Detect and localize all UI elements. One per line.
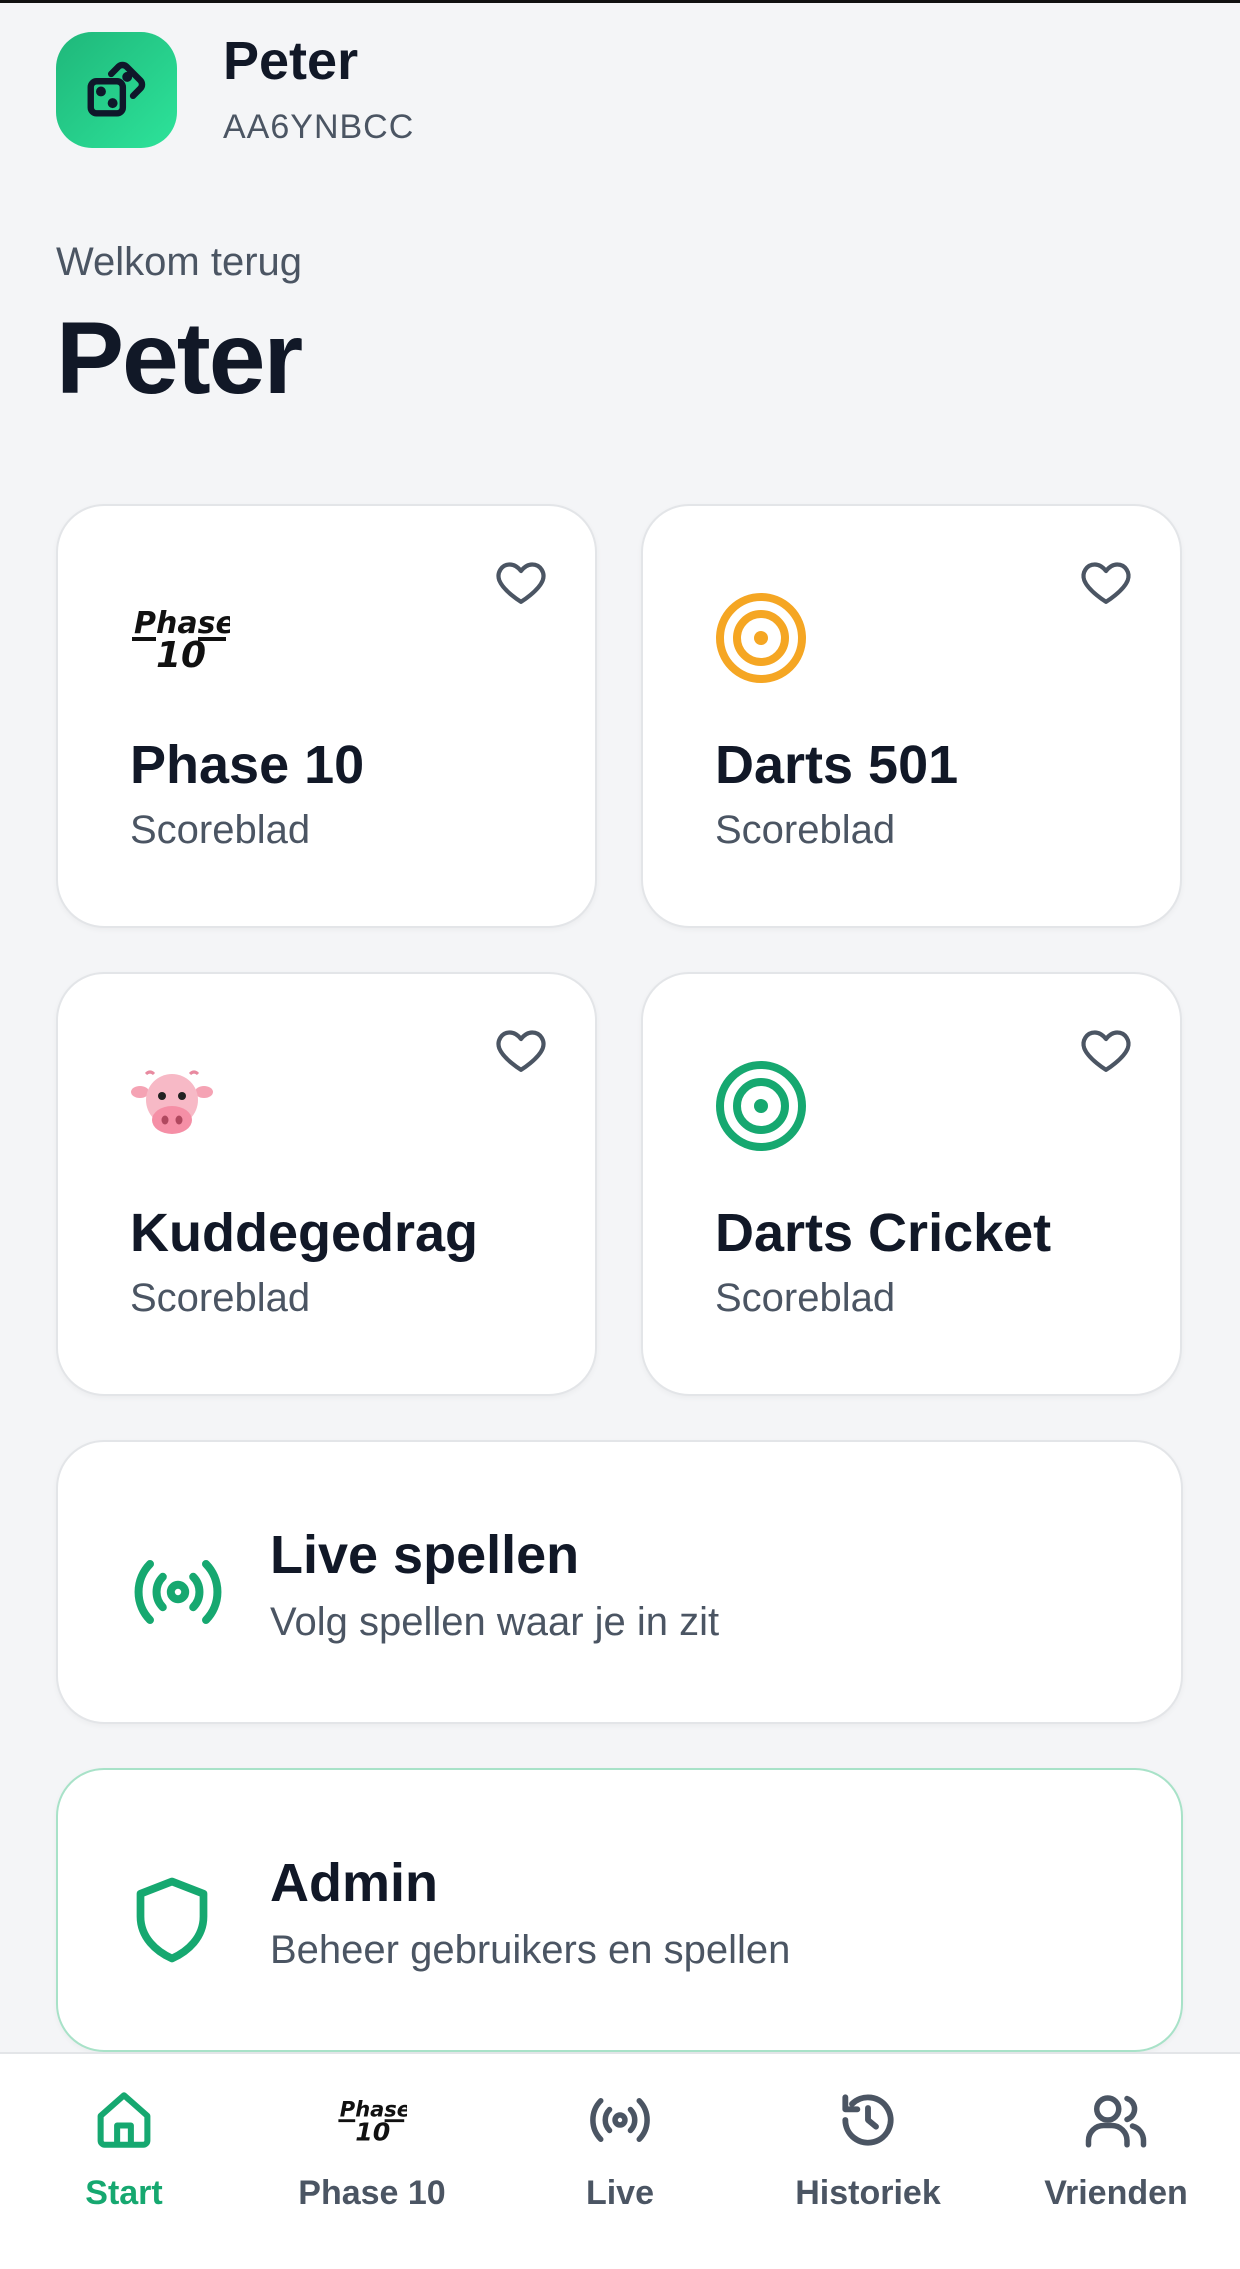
heart-icon[interactable] xyxy=(493,554,549,610)
target-icon xyxy=(715,1056,815,1156)
game-title: Darts 501 xyxy=(715,735,959,795)
game-title: Darts Cricket xyxy=(715,1203,1052,1263)
top-border xyxy=(0,0,1240,3)
heart-icon[interactable] xyxy=(1078,1022,1134,1078)
nav-label: Phase 10 xyxy=(298,2174,446,2212)
user-name: Peter xyxy=(223,30,359,91)
game-card-darts-cricket[interactable]: Darts Cricket Scoreblad xyxy=(641,972,1182,1396)
game-card-darts-501[interactable]: Darts 501 Scoreblad xyxy=(641,504,1182,928)
nav-label: Start xyxy=(85,2174,163,2212)
profile-header: Peter AA6YNBCC xyxy=(56,32,414,148)
card-subtitle: Volg spellen waar je in zit xyxy=(270,1600,720,1644)
game-card-phase10[interactable]: Phase 10 Phase 10 Scoreblad xyxy=(56,504,597,928)
page-title: Peter xyxy=(56,301,303,415)
target-icon xyxy=(715,588,815,688)
game-subtitle: Scoreblad xyxy=(715,808,896,852)
user-info: Peter AA6YNBCC xyxy=(223,34,414,147)
nav-item-start[interactable]: Start xyxy=(14,2084,234,2213)
heart-icon[interactable] xyxy=(1078,554,1134,610)
avatar[interactable] xyxy=(56,32,177,148)
bottom-navigation: Start Phase 10 Phase 10 Live Historiek V… xyxy=(0,2052,1240,2269)
cow-icon xyxy=(130,1056,230,1156)
nav-label: Historiek xyxy=(795,2174,941,2212)
dice-icon xyxy=(87,61,145,117)
nav-item-live[interactable]: Live xyxy=(510,2084,730,2213)
game-subtitle: Scoreblad xyxy=(715,1276,896,1320)
game-title: Phase 10 xyxy=(130,735,365,795)
game-card-kuddegedrag[interactable]: Kuddegedrag Scoreblad xyxy=(56,972,597,1396)
phase10-logo: Phase 10 xyxy=(130,588,230,688)
nav-label: Live xyxy=(585,2174,655,2212)
game-title: Kuddegedrag xyxy=(130,1203,479,1263)
user-code: AA6YNBCC xyxy=(223,107,415,146)
friends-icon xyxy=(1080,2084,1152,2156)
heart-icon[interactable] xyxy=(493,1022,549,1078)
welcome-text: Welkom terug xyxy=(56,240,303,284)
card-subtitle: Beheer gebruikers en spellen xyxy=(270,1928,791,1972)
nav-label: Vrienden xyxy=(1044,2174,1188,2212)
card-title: Admin xyxy=(270,1853,438,1913)
admin-card[interactable]: Admin Beheer gebruikers en spellen xyxy=(56,1768,1183,2052)
broadcast-icon xyxy=(130,1542,230,1642)
game-subtitle: Scoreblad xyxy=(130,1276,311,1320)
nav-item-friends[interactable]: Vrienden xyxy=(1006,2084,1226,2213)
broadcast-icon xyxy=(584,2084,656,2156)
home-icon xyxy=(88,2084,160,2156)
phase10-logo: Phase 10 xyxy=(336,2084,408,2156)
nav-item-phase10[interactable]: Phase 10 Phase 10 xyxy=(262,2084,482,2213)
nav-item-history[interactable]: Historiek xyxy=(758,2084,978,2213)
card-title: Live spellen xyxy=(270,1525,580,1585)
shield-icon xyxy=(130,1870,230,1970)
game-subtitle: Scoreblad xyxy=(130,808,311,852)
live-games-card[interactable]: Live spellen Volg spellen waar je in zit xyxy=(56,1440,1183,1724)
history-icon xyxy=(832,2084,904,2156)
